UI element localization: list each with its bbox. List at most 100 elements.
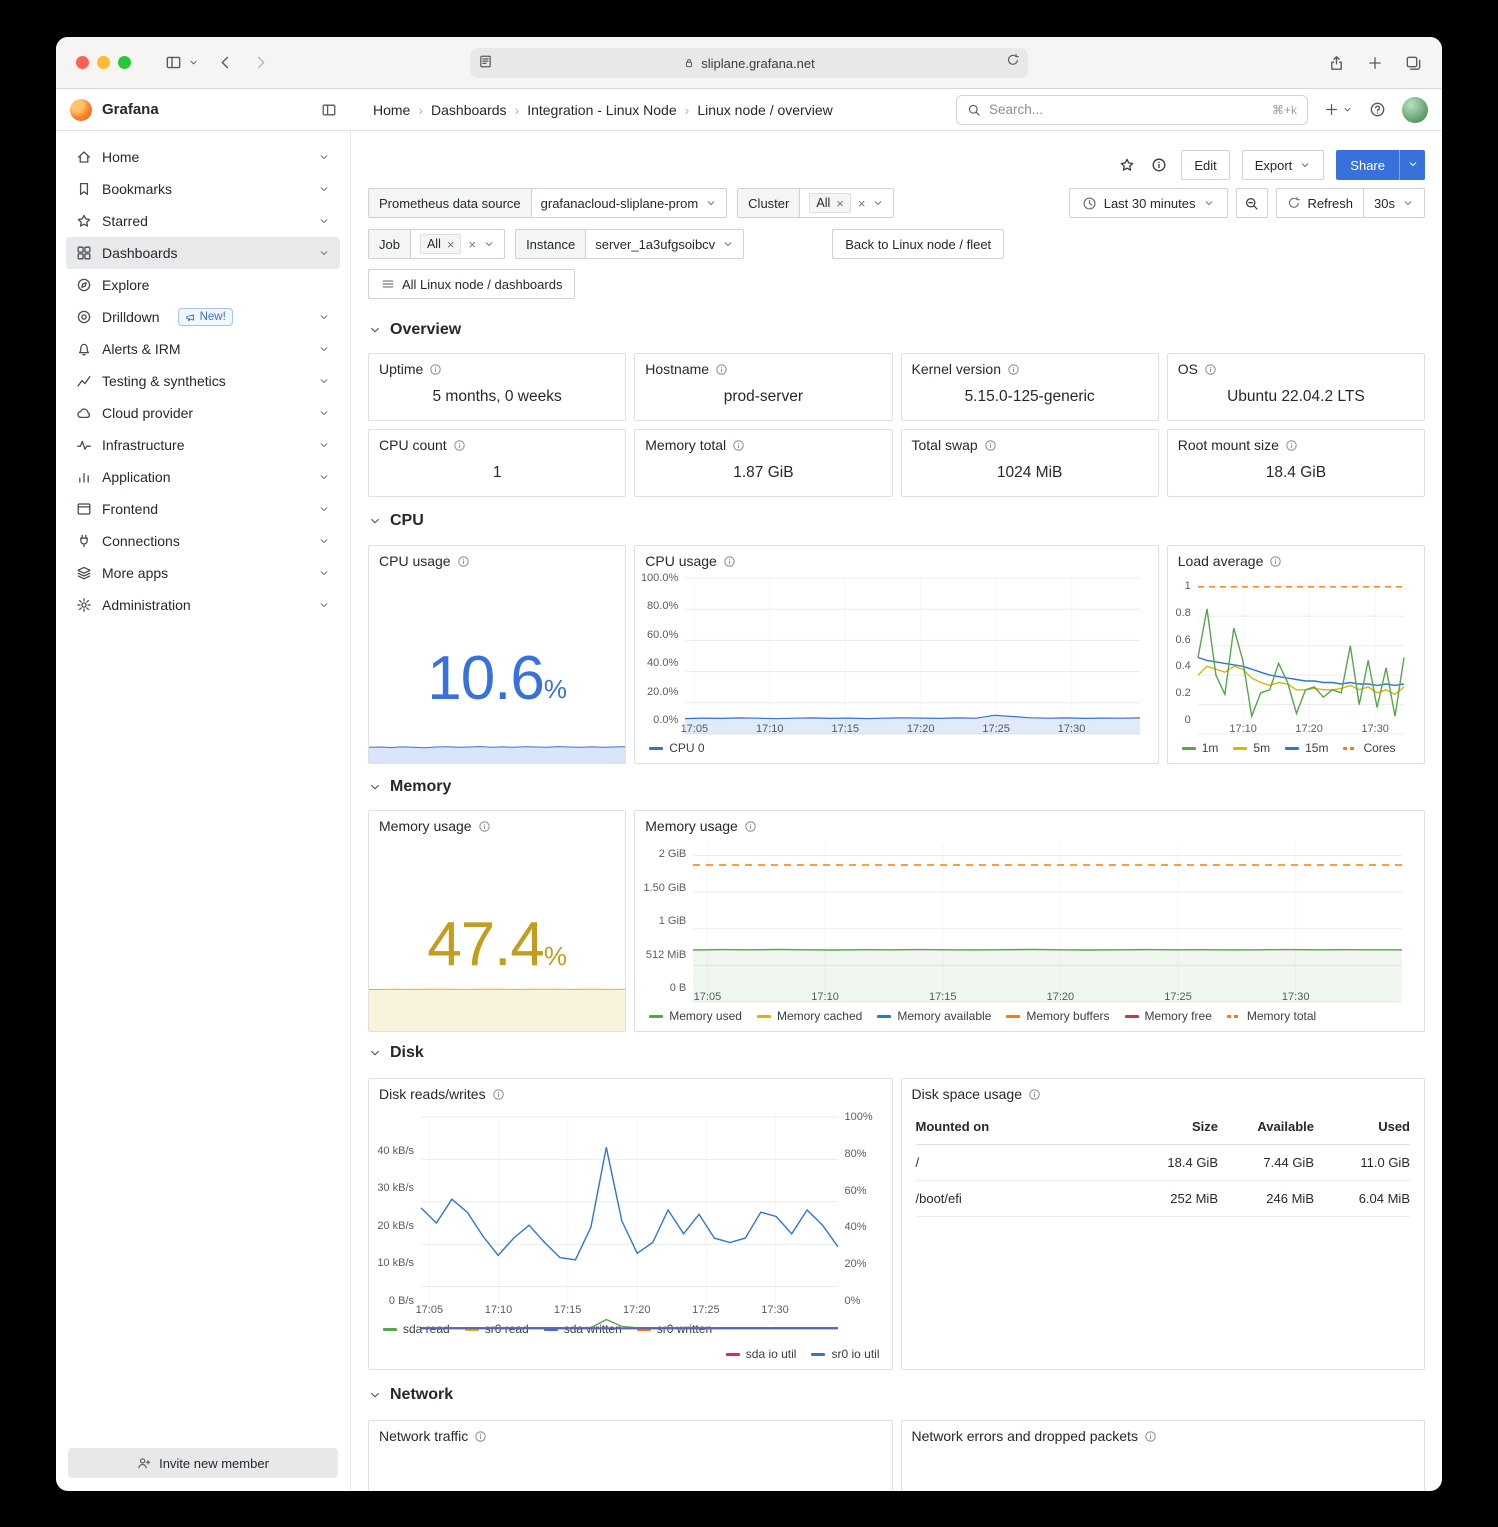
legend-item[interactable]: Memory available	[877, 1009, 991, 1023]
legend-item[interactable]: CPU 0	[649, 741, 704, 755]
section-header-overview[interactable]: Overview	[368, 319, 1425, 341]
table-header-available[interactable]: Available	[1218, 1119, 1314, 1134]
info-icon[interactable]	[492, 1088, 505, 1101]
export-button[interactable]: Export	[1242, 150, 1325, 180]
sidebar-item-frontend[interactable]: Frontend	[66, 493, 340, 525]
chevron-down-icon[interactable]	[318, 599, 330, 611]
cpu-usage-chart-plot[interactable]: 100.0%80.0%60.0%40.0%20.0%0.0%17:0517:10…	[685, 578, 1140, 720]
address-bar[interactable]: sliplane.grafana.net	[470, 48, 1028, 78]
breadcrumb-item[interactable]: Dashboards	[431, 102, 507, 118]
dashboard-info-icon[interactable]	[1149, 155, 1169, 175]
tab-overview-icon[interactable]	[1405, 55, 1422, 72]
legend-item[interactable]: Memory used	[649, 1009, 742, 1023]
reload-icon[interactable]	[1006, 53, 1020, 67]
sidebar-item-infrastructure[interactable]: Infrastructure	[66, 429, 340, 461]
sidebar-item-explore[interactable]: Explore	[66, 269, 340, 301]
legend-item[interactable]: Memory free	[1125, 1009, 1212, 1023]
info-icon[interactable]	[1269, 555, 1282, 568]
legend-item[interactable]: Memory total	[1227, 1009, 1316, 1023]
sidebar-item-alerts-irm[interactable]: Alerts & IRM	[66, 333, 340, 365]
legend-item[interactable]: Cores	[1343, 741, 1395, 755]
info-icon[interactable]	[1285, 439, 1298, 452]
sidebar-item-testing-synthetics[interactable]: Testing & synthetics	[66, 365, 340, 397]
chevron-down-icon[interactable]	[318, 247, 330, 259]
edit-button[interactable]: Edit	[1181, 150, 1229, 180]
sidebar-item-connections[interactable]: Connections	[66, 525, 340, 557]
sidebar-item-bookmarks[interactable]: Bookmarks	[66, 173, 340, 205]
page-settings-icon[interactable]	[478, 54, 493, 69]
filter-chip[interactable]: All×	[420, 234, 462, 254]
clear-selection-icon[interactable]: ×	[858, 197, 866, 210]
sidebar-item-cloud-provider[interactable]: Cloud provider	[66, 397, 340, 429]
chevron-down-icon[interactable]	[318, 439, 330, 451]
chevron-down-icon[interactable]	[318, 375, 330, 387]
filter-chip[interactable]: All×	[809, 193, 851, 213]
sidebar-item-administration[interactable]: Administration	[66, 589, 340, 621]
zoom-window-button[interactable]	[118, 56, 131, 69]
sidebar-item-drilldown[interactable]: DrilldownNew!	[66, 301, 340, 333]
browser-sidebar-icon[interactable]	[165, 54, 182, 71]
add-new-button[interactable]	[1324, 102, 1353, 117]
collapse-sidebar-icon[interactable]	[321, 102, 337, 118]
chevron-down-icon[interactable]	[318, 183, 330, 195]
instance-select[interactable]: server_1a3ufgsoibcv	[586, 230, 743, 258]
forward-icon[interactable]	[252, 54, 269, 71]
info-icon[interactable]	[429, 363, 442, 376]
legend-item[interactable]: 1m	[1182, 741, 1219, 755]
memory-usage-chart-plot[interactable]: 2 GiB1.50 GiB1 GiB512 MiB0 B17:0517:1017…	[693, 843, 1402, 988]
chevron-down-icon[interactable]	[318, 215, 330, 227]
zoom-out-button[interactable]	[1236, 188, 1268, 218]
sidebar-item-starred[interactable]: Starred	[66, 205, 340, 237]
sidebar-item-dashboards[interactable]: Dashboards	[66, 237, 340, 269]
favorite-star-icon[interactable]	[1117, 155, 1137, 175]
chevron-down-icon[interactable]	[318, 311, 330, 323]
legend-item[interactable]: sda io util	[726, 1347, 797, 1361]
chevron-down-icon[interactable]	[318, 567, 330, 579]
disk-rw-chart-plot[interactable]: 40 kB/s30 kB/s20 kB/s10 kB/s0 B/s100%80%…	[421, 1117, 838, 1301]
legend-item[interactable]: 15m	[1285, 741, 1328, 755]
info-icon[interactable]	[723, 555, 736, 568]
time-range-picker[interactable]: Last 30 minutes	[1069, 188, 1228, 218]
datasource-select[interactable]: grafanacloud-sliplane-prom	[532, 189, 727, 217]
chevron-down-icon[interactable]	[318, 535, 330, 547]
section-header-disk[interactable]: Disk	[368, 1042, 1425, 1064]
breadcrumb-item[interactable]: Home	[373, 102, 410, 118]
info-icon[interactable]	[1007, 363, 1020, 376]
legend-item[interactable]: sr0 io util	[811, 1347, 879, 1361]
chevron-down-icon[interactable]	[318, 343, 330, 355]
all-dashboards-button[interactable]: All Linux node / dashboards	[368, 269, 575, 299]
chevron-down-icon[interactable]	[318, 407, 330, 419]
job-select[interactable]: All× ×	[411, 230, 504, 258]
help-icon[interactable]	[1369, 101, 1386, 118]
breadcrumb-item[interactable]: Integration - Linux Node	[527, 102, 676, 118]
share-button[interactable]: Share	[1336, 150, 1399, 180]
info-icon[interactable]	[457, 555, 470, 568]
refresh-interval-select[interactable]: 30s	[1363, 189, 1424, 217]
info-icon[interactable]	[478, 820, 491, 833]
legend-item[interactable]: Memory buffers	[1006, 1009, 1109, 1023]
clear-selection-icon[interactable]: ×	[468, 238, 476, 251]
info-icon[interactable]	[984, 439, 997, 452]
legend-item[interactable]: Memory cached	[757, 1009, 862, 1023]
section-header-cpu[interactable]: CPU	[368, 510, 1425, 532]
refresh-button[interactable]: Refresh	[1277, 189, 1364, 217]
info-icon[interactable]	[732, 439, 745, 452]
info-icon[interactable]	[1204, 363, 1217, 376]
search-input[interactable]	[989, 102, 1264, 117]
remove-chip-icon[interactable]: ×	[836, 197, 844, 210]
table-header-mounted-on[interactable]: Mounted on	[916, 1119, 1131, 1134]
sidebar-item-home[interactable]: Home	[66, 141, 340, 173]
back-to-fleet-button[interactable]: Back to Linux node / fleet	[832, 229, 1004, 259]
chevron-down-icon[interactable]	[188, 57, 199, 68]
info-icon[interactable]	[744, 820, 757, 833]
table-header-used[interactable]: Used	[1314, 1119, 1410, 1134]
invite-member-button[interactable]: Invite new member	[68, 1448, 338, 1478]
avatar[interactable]	[1402, 97, 1428, 123]
info-icon[interactable]	[715, 363, 728, 376]
section-header-network[interactable]: Network	[368, 1384, 1425, 1406]
sidebar-item-application[interactable]: Application	[66, 461, 340, 493]
new-tab-icon[interactable]	[1367, 55, 1383, 71]
chevron-down-icon[interactable]	[318, 503, 330, 515]
remove-chip-icon[interactable]: ×	[447, 238, 455, 251]
section-header-memory[interactable]: Memory	[368, 776, 1425, 798]
